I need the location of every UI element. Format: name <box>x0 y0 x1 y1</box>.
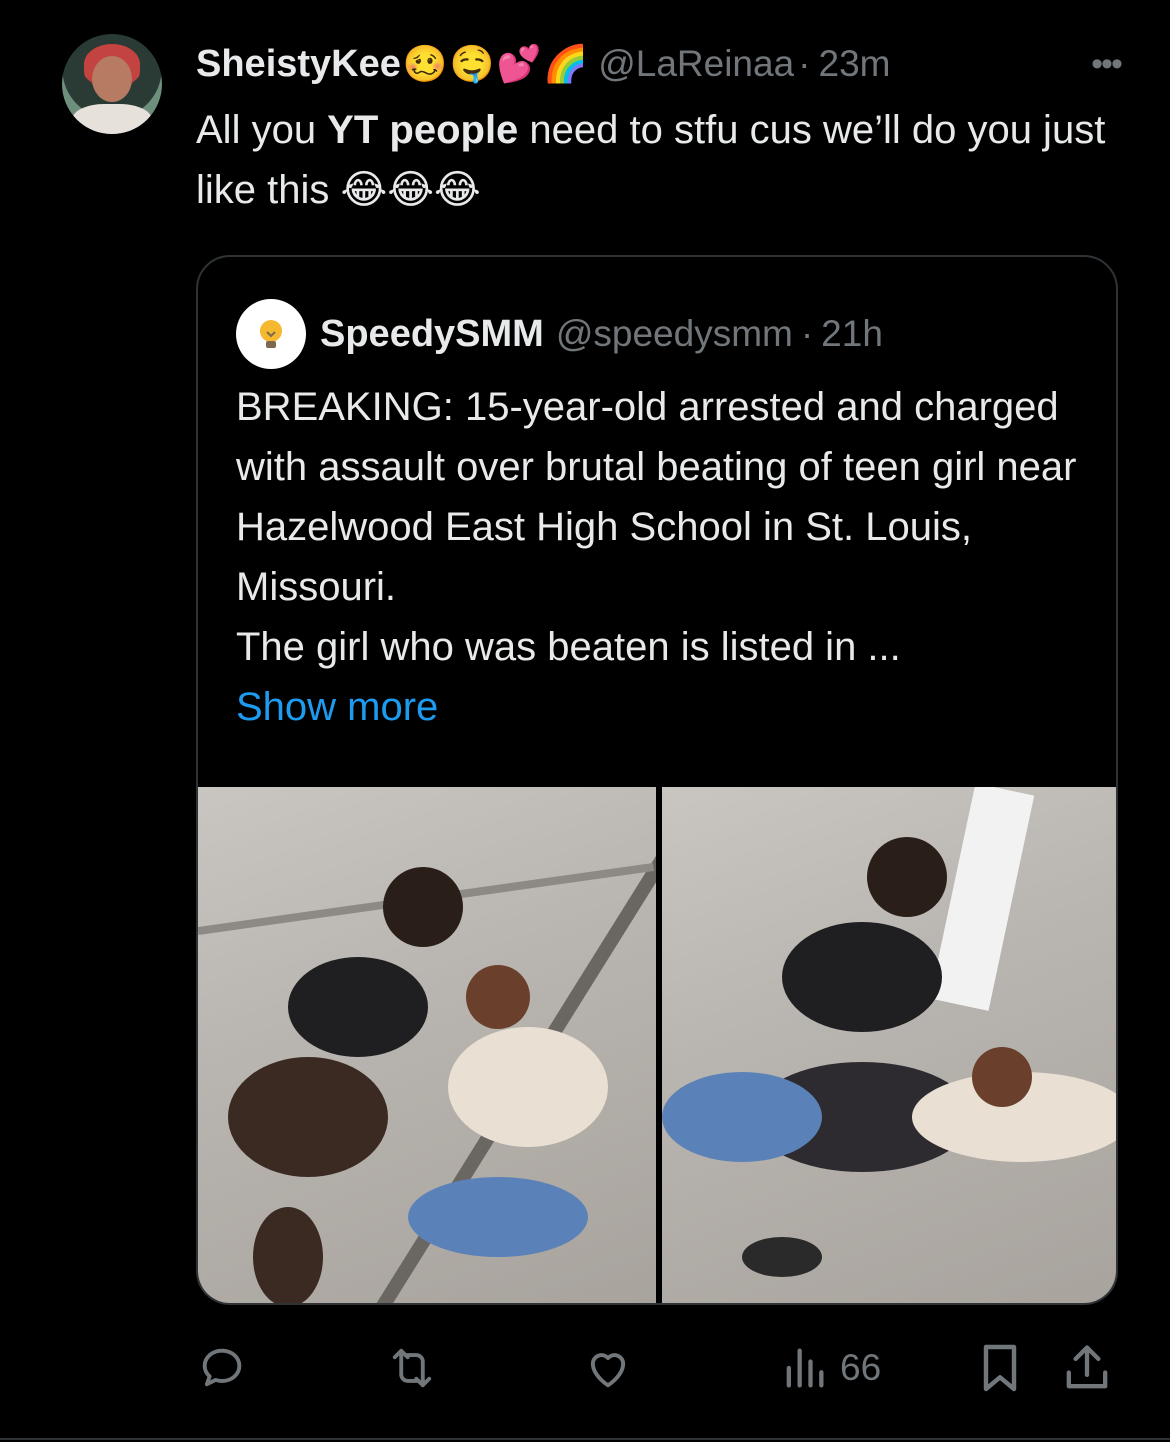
name-emoji: 🤤 <box>449 43 495 84</box>
quoted-text-line: The girl who was beaten is listed in ... <box>236 625 901 669</box>
reply-icon <box>202 1348 242 1387</box>
media-image[interactable] <box>198 787 656 1303</box>
views-button[interactable]: 66 <box>782 1336 881 1400</box>
like-button[interactable] <box>581 1336 635 1400</box>
quoted-tweet-text: BREAKING: 15-year-old arrested and charg… <box>236 377 1086 737</box>
views-count: 66 <box>840 1347 882 1388</box>
divider <box>0 1438 1170 1440</box>
share-icon <box>1066 1345 1108 1389</box>
heart-icon <box>590 1353 626 1388</box>
reply-button[interactable] <box>196 1336 248 1400</box>
quoted-handle[interactable]: @speedysmm <box>556 313 793 355</box>
bookmark-icon <box>983 1344 1017 1392</box>
bookmark-button[interactable] <box>976 1336 1024 1400</box>
retweet-icon <box>392 1348 432 1388</box>
timestamp[interactable]: 23m <box>819 43 891 85</box>
quoted-tweet-header: SpeedySMM @speedysmm · 21h <box>236 299 883 369</box>
views-icon <box>786 1348 824 1388</box>
avatar[interactable] <box>62 34 162 134</box>
tweet-header: SheistyKee 🥴 🤤 💕 🌈 @LaReinaa · 23m ••• <box>196 40 1136 88</box>
media-image[interactable] <box>662 787 1116 1303</box>
media-grid <box>198 787 1116 1303</box>
handle[interactable]: @LaReinaa <box>598 43 794 85</box>
action-bar: 66 <box>196 1336 1116 1400</box>
lightbulb-icon <box>260 320 282 348</box>
name-emoji: 🥴 <box>402 43 448 84</box>
separator-dot: · <box>798 43 811 84</box>
quoted-display-name[interactable]: SpeedySMM <box>320 313 544 356</box>
name-emoji: 🌈 <box>543 43 589 84</box>
quoted-text-line: BREAKING: 15-year-old arrested and charg… <box>236 385 1077 609</box>
name-emoji: 💕 <box>496 43 542 84</box>
separator-dot: · <box>800 313 814 354</box>
display-name[interactable]: SheistyKee <box>196 43 401 86</box>
tweet-text-part: All you <box>196 108 328 152</box>
tweet-text: All you YT people need to stfu cus we’ll… <box>196 100 1116 220</box>
photo-figures <box>228 867 608 1303</box>
retweet-button[interactable] <box>384 1336 440 1400</box>
quoted-tweet[interactable]: SpeedySMM @speedysmm · 21h BREAKING: 15-… <box>196 255 1118 1305</box>
tweet-text-bold: YT people <box>327 108 519 152</box>
tweet-text-emojis: 😂😂😂 <box>340 168 481 212</box>
photo-figures <box>662 787 1116 1277</box>
quoted-timestamp[interactable]: 21h <box>821 313 883 355</box>
show-more-link[interactable]: Show more <box>236 677 1086 737</box>
quoted-avatar[interactable] <box>236 299 306 369</box>
more-options-icon[interactable]: ••• <box>1076 40 1136 88</box>
tweet: SheistyKee 🥴 🤤 💕 🌈 @LaReinaa · 23m ••• A… <box>0 0 1170 1442</box>
share-button[interactable] <box>1062 1336 1112 1400</box>
